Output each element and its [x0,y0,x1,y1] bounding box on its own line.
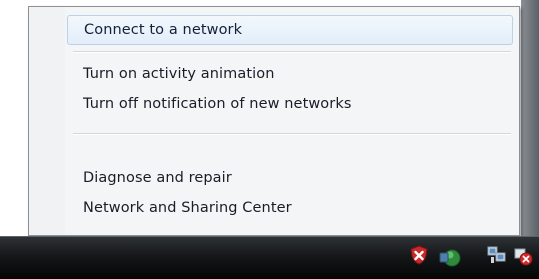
network-context-menu: Connect to a network Turn on activity an… [28,6,520,236]
menu-item-network-sharing-center[interactable]: Network and Sharing Center [67,193,513,223]
menu-item-network-notification[interactable]: Turn off notification of new networks [67,89,513,119]
network-icon[interactable] [486,244,508,266]
security-shield-icon[interactable] [408,244,430,266]
window-edge [521,0,539,236]
network-status-icon[interactable] [438,246,462,268]
desktop-background [0,0,28,236]
menu-separator [73,51,511,53]
menu-separator [73,133,511,135]
menu-item-diagnose-and-repair[interactable]: Diagnose and repair [67,163,513,193]
menu-item-activity-animation[interactable]: Turn on activity animation [67,59,513,89]
taskbar [0,236,539,279]
menu-item-connect-to-network[interactable]: Connect to a network [67,15,513,45]
network-error-icon[interactable] [512,245,534,267]
menu-icon-gutter [29,7,65,235]
